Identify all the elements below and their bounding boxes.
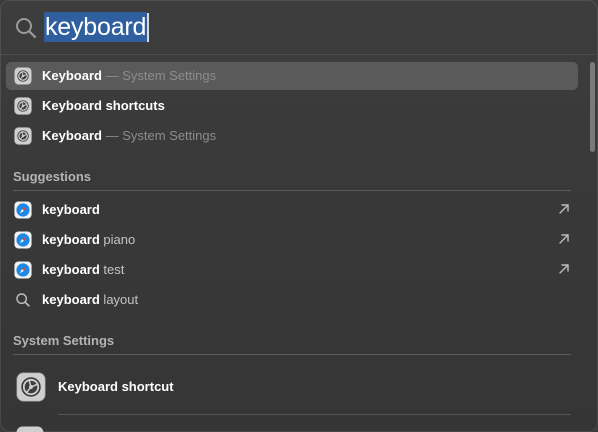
row-divider bbox=[58, 414, 571, 415]
section-header-suggestions: Suggestions bbox=[13, 169, 92, 184]
result-row-keyboard-settings-2[interactable]: Keyboard — System Settings bbox=[6, 122, 578, 150]
arrow-up-right-icon bbox=[559, 234, 569, 244]
section-divider bbox=[13, 190, 571, 191]
search-divider bbox=[0, 54, 598, 55]
result-label: Keyboard — System Settings bbox=[42, 128, 217, 143]
arrow-up-right-icon bbox=[559, 204, 569, 214]
suggestion-label: keyboard piano bbox=[42, 232, 136, 247]
safari-icon bbox=[14, 201, 32, 219]
arrow-up-right-icon bbox=[559, 264, 569, 274]
spotlight-panel: keyboard Keyboard — System Settings Keyb… bbox=[0, 0, 598, 432]
suggestion-label: keyboard bbox=[42, 202, 100, 217]
search-bar[interactable]: keyboard bbox=[0, 0, 598, 54]
result-row-keyboard-shortcuts[interactable]: Keyboard shortcuts bbox=[6, 92, 578, 120]
suggestion-row-keyboard-test[interactable]: keyboard test bbox=[6, 256, 578, 284]
system-settings-icon bbox=[14, 67, 32, 85]
scrollbar-thumb[interactable] bbox=[590, 62, 595, 152]
suggestion-label: keyboard layout bbox=[42, 292, 139, 307]
system-settings-item-label: Keyboard shortcut bbox=[58, 379, 174, 394]
section-header-system-settings: System Settings bbox=[13, 333, 115, 348]
suggestion-label: keyboard test bbox=[42, 262, 125, 277]
system-settings-icon bbox=[16, 372, 46, 402]
search-icon bbox=[16, 18, 37, 39]
system-settings-icon bbox=[14, 127, 32, 145]
system-settings-icon bbox=[14, 97, 32, 115]
suggestion-row-keyboard-piano[interactable]: keyboard piano bbox=[6, 226, 578, 254]
result-label: Keyboard shortcuts bbox=[42, 98, 165, 113]
text-caret bbox=[147, 13, 149, 42]
safari-icon bbox=[14, 231, 32, 249]
result-row-keyboard-settings[interactable]: Keyboard — System Settings bbox=[6, 62, 578, 90]
system-settings-row-keyboard-shortcut[interactable]: Keyboard shortcut bbox=[6, 370, 578, 406]
section-divider bbox=[13, 354, 571, 355]
search-input[interactable]: keyboard bbox=[44, 12, 148, 42]
safari-icon bbox=[14, 261, 32, 279]
result-label: Keyboard — System Settings bbox=[42, 68, 217, 83]
suggestion-row-keyboard[interactable]: keyboard bbox=[6, 196, 578, 224]
system-settings-icon[interactable] bbox=[16, 426, 44, 432]
suggestion-row-keyboard-layout[interactable]: keyboard layout bbox=[6, 286, 578, 314]
search-icon bbox=[16, 293, 30, 307]
